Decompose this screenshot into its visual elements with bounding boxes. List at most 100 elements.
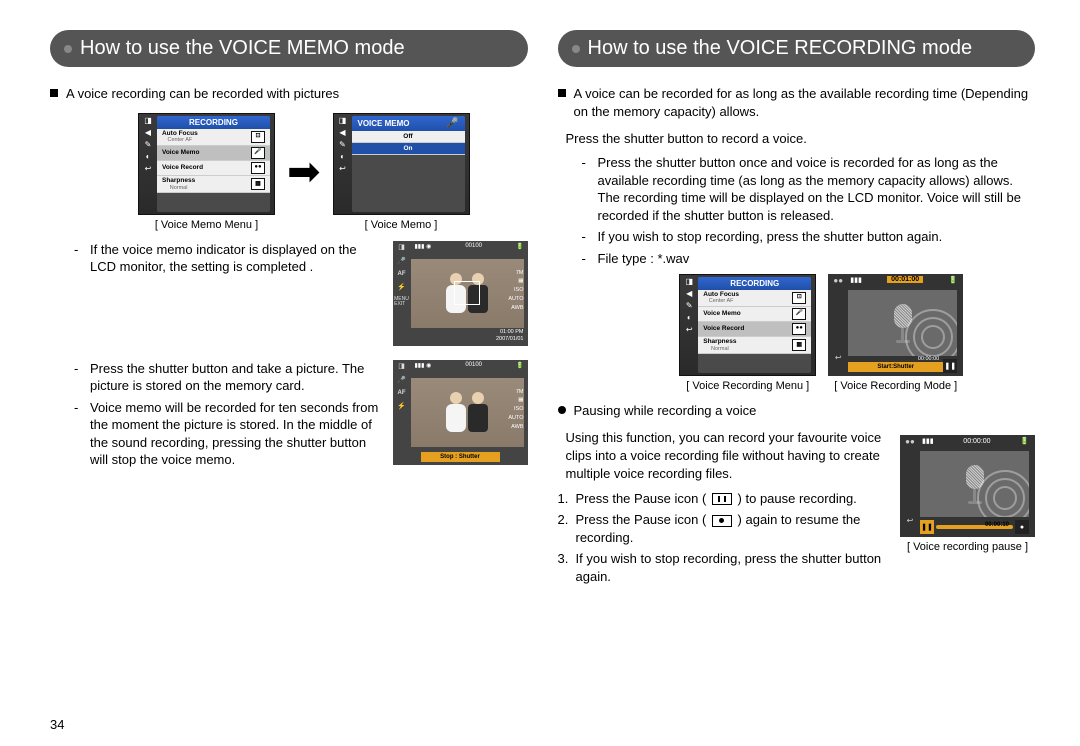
vm-option-off: Off xyxy=(352,131,465,143)
pause-step-3: 3. If you wish to stop recording, press … xyxy=(558,550,889,585)
camera-icon: ◨ xyxy=(685,277,693,286)
tool-icon: ✎ xyxy=(339,140,346,149)
voice-memo-menu-screen: ◨ ◀ ✎ ◐ ↩ RECORDING Auto FocusCenter AF ⊡… xyxy=(138,113,275,215)
rec-icon: ●● xyxy=(792,323,806,335)
caption-voice-recording-mode: [ Voice Recording Mode ] xyxy=(828,380,963,392)
photo-preview-1: ◨ 🎤 AF ⚡ MENUEXIT ▮▮▮ ◉00100🔋 7M▦ I xyxy=(393,241,528,346)
right-header-text: How to use the VOICE RECORDING mode xyxy=(588,37,973,59)
camera-icon: ◨ xyxy=(398,362,405,370)
screen-side-icons: ◨ ◀ ✎ ◐ ↩ xyxy=(680,275,698,375)
caption-voice-recording-menu: [ Voice Recording Menu ] xyxy=(679,380,816,392)
photo-count: 00100 xyxy=(465,243,482,249)
voice-recording-menu-screen: ◨ ◀ ✎ ◐ ↩ RECORDING Auto FocusCenter AF⊡… xyxy=(679,274,816,376)
header-dot-icon xyxy=(572,45,580,53)
right-d1: Press the shutter button once and voice … xyxy=(582,154,1036,224)
pausing-intro: Using this function, you can record your… xyxy=(558,429,889,484)
pause-indicator-icon: ❚❚ xyxy=(920,520,934,534)
vm-title: VOICE MEMO xyxy=(358,119,410,128)
menu-row-vr: Voice Record xyxy=(162,164,203,172)
flash-icon: ⚡ xyxy=(397,283,406,291)
af-icon: ⊡ xyxy=(251,131,265,143)
camera-icon: ◨ xyxy=(398,243,405,251)
palette-icon: ◐ xyxy=(687,313,692,322)
page-number: 34 xyxy=(50,717,64,732)
flash-icon: ⚡ xyxy=(397,402,406,410)
pause-icon: ❚❚ xyxy=(943,359,957,373)
menu-title: RECORDING xyxy=(157,116,270,129)
screen-side-icons: ◨ ◀ ✎ ◐ ↩ xyxy=(139,114,157,214)
right-d3: File type : *.wav xyxy=(582,250,1036,268)
start-shutter-label: Start:Shutter xyxy=(848,362,943,372)
camera-icon: ◨ xyxy=(144,116,152,125)
left-column: How to use the VOICE MEMO mode A voice r… xyxy=(50,30,528,589)
voice-memo-option-screen: ◨ ◀ ✎ ◐ ↩ VOICE MEMO 🎤 Off xyxy=(333,113,470,215)
mic-icon: 🎤 xyxy=(792,308,806,320)
caption-voice-memo: [ Voice Memo ] xyxy=(333,219,470,231)
arrow-icon: ↩ xyxy=(907,516,914,525)
square-bullet-icon xyxy=(558,89,566,97)
sharp-icon: ▦ xyxy=(792,339,806,351)
photo-time: 01:00 PM xyxy=(500,329,524,335)
right-intro: A voice can be recorded for as long as t… xyxy=(574,85,1036,120)
arrow-icon: ↩ xyxy=(835,353,842,362)
left-p3: Voice memo will be recorded for ten seco… xyxy=(74,399,381,469)
tool-icon: ✎ xyxy=(145,140,152,149)
menu-icon: MENUEXIT xyxy=(394,297,409,307)
camera-icon: ◨ xyxy=(339,116,347,125)
sound-icon: ◀ xyxy=(686,289,692,298)
voice-recording-mode-screen: ●● ↩ ▮▮▮ 00:01:00 🔋 00:00:00 ❚❚ xyxy=(828,274,963,376)
right-press: Press the shutter button to record a voi… xyxy=(558,130,1036,148)
mic-icon: 🎤 xyxy=(251,147,265,159)
header-dot-icon xyxy=(64,45,72,53)
record-button-icon xyxy=(712,515,732,527)
mic-icon: 🎤 xyxy=(446,118,458,129)
photo-date: 2007/01/01 xyxy=(496,336,524,342)
menu-row-af: Auto Focus xyxy=(162,130,198,137)
caption-voice-recording-pause: [ Voice recording pause ] xyxy=(900,541,1035,553)
af-icon: ⊡ xyxy=(792,292,806,304)
right-header: How to use the VOICE RECORDING mode xyxy=(558,30,1036,67)
arrow-icon: ↩ xyxy=(339,164,346,173)
sharp-icon: ▦ xyxy=(251,178,265,190)
rec-mode-icon: ●● xyxy=(833,276,843,285)
right-d2: If you wish to stop recording, press the… xyxy=(582,228,1036,246)
rec-mode-icon: ●● xyxy=(905,437,915,446)
sound-icon: ◀ xyxy=(145,128,151,137)
circle-bullet-icon xyxy=(558,406,566,414)
square-bullet-icon xyxy=(50,89,58,97)
mic-icon: 🎤 xyxy=(397,376,406,384)
menu-row-sharp: Sharpness xyxy=(162,177,195,184)
voice-recording-pause-screen: ●● ↩ ▮▮▮ 00:00:00 🔋 ❚❚ 00:00:10 xyxy=(900,435,1035,537)
photo-preview-2: ◨ 🎤 AF ⚡ ▮▮▮ ◉00100🔋 7M▦ ISO AUTO AW xyxy=(393,360,528,465)
menu-title: RECORDING xyxy=(698,277,811,290)
photo-count: 00100 xyxy=(465,362,482,368)
screen-side-icons: ◨ ◀ ✎ ◐ ↩ xyxy=(334,114,352,214)
menu-row-af-sub: Center AF xyxy=(162,137,198,144)
pause-elapsed: 00:00:10 xyxy=(985,522,1009,528)
right-column: How to use the VOICE RECORDING mode A vo… xyxy=(558,30,1036,589)
pause-step-1: 1. Press the Pause icon ( ) to pause rec… xyxy=(558,490,889,508)
af-icon: AF xyxy=(398,271,406,277)
rec-icon: ●● xyxy=(251,162,265,174)
left-header: How to use the VOICE MEMO mode xyxy=(50,30,528,67)
arrow-right-icon: ➡ xyxy=(287,127,321,217)
palette-icon: ◐ xyxy=(340,152,345,161)
stop-shutter-label: Stop : Shutter xyxy=(421,452,500,462)
tool-icon: ✎ xyxy=(686,301,693,310)
left-p1: If the voice memo indicator is displayed… xyxy=(74,241,381,276)
pausing-header: Pausing while recording a voice xyxy=(574,402,757,420)
caption-voice-memo-menu: [ Voice Memo Menu ] xyxy=(138,219,275,231)
record-icon: ● xyxy=(1015,520,1029,534)
audio-top-time: 00:01:00 xyxy=(887,276,923,283)
palette-icon: ◐ xyxy=(146,152,151,161)
pause-step-2: 2. Press the Pause icon ( ) again to res… xyxy=(558,511,889,546)
pause-top-time: 00:00:00 xyxy=(963,438,990,445)
arrow-icon: ↩ xyxy=(145,164,152,173)
sound-icon: ◀ xyxy=(339,128,345,137)
left-header-text: How to use the VOICE MEMO mode xyxy=(80,37,405,59)
menu-row-vm: Voice Memo xyxy=(162,149,199,157)
af-icon: AF xyxy=(398,390,406,396)
left-intro: A voice recording can be recorded with p… xyxy=(66,85,339,103)
mic-icon: 🎤 xyxy=(397,257,406,265)
pause-button-icon xyxy=(712,493,732,505)
